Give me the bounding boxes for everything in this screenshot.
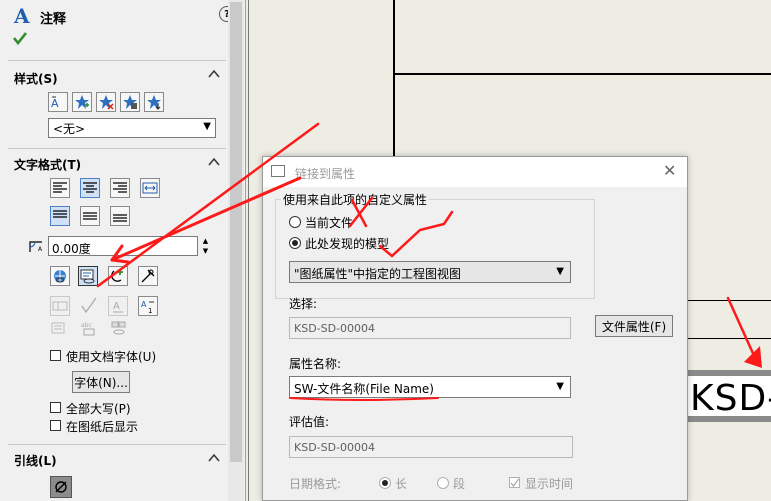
radio-date-long (379, 477, 391, 489)
show-time-label: 显示时间 (525, 477, 574, 491)
style-select[interactable]: <无> ▼ (48, 118, 216, 138)
add-style-star-icon[interactable] (72, 92, 92, 112)
save-style-star-icon[interactable] (120, 92, 140, 112)
svg-text:A: A (141, 300, 147, 309)
use-doc-font-label: 使用文档字体(U) (66, 350, 157, 364)
show-time-checkbox (509, 477, 520, 488)
chevron-down-icon: ▼ (556, 381, 564, 392)
dialog-window-icon (271, 165, 285, 177)
datum-feature-icon: A (108, 296, 128, 316)
drawing-border-line (248, 0, 249, 501)
text-format-section-title: 文字格式(T) (14, 158, 82, 172)
load-style-star-icon[interactable] (144, 92, 164, 112)
ok-check-icon[interactable] (12, 30, 28, 49)
valign-top-icon[interactable] (50, 206, 70, 226)
behind-sheet-checkbox[interactable] (50, 420, 61, 431)
font-button[interactable]: 字体(N)... (72, 371, 130, 393)
apply-default-style-button[interactable]: A (48, 92, 68, 112)
drawing-line (393, 0, 395, 160)
align-center-icon[interactable] (80, 178, 100, 198)
svg-text:A: A (113, 301, 120, 312)
radio-current-file-label: 当前文件 (305, 216, 354, 230)
radio-date-short-label: 段 (453, 477, 466, 491)
justify-icon[interactable] (140, 178, 160, 198)
block-insert-icon (110, 320, 128, 339)
property-name-select[interactable]: SW-文件名称(File Name) ▼ (289, 376, 571, 398)
select-label: 选择: (289, 297, 318, 311)
model-source-select[interactable]: "图纸属性"中指定的工程图视图 ▼ (289, 261, 571, 283)
abc-format-icon: abc (80, 320, 98, 339)
valign-bottom-icon[interactable] (110, 206, 130, 226)
drawing-line (688, 338, 771, 339)
leader-section-title: 引线(L) (14, 454, 57, 468)
all-caps-label: 全部大写(P) (66, 402, 131, 416)
dialog-title: 链接到属性 (295, 167, 356, 181)
dialog-titlebar[interactable]: 链接到属性 ✕ (263, 157, 687, 187)
leader-collapse-chevron-icon[interactable] (208, 452, 220, 466)
lock-insert-icon[interactable] (138, 266, 158, 286)
insert-geometric-tolerance-icon (50, 296, 70, 316)
link-to-property-dialog: 链接到属性 ✕ 使用来自此项的自定义属性 当前文件 此处发现的模型 "图纸属性"… (262, 156, 688, 501)
property-name-label: 属性名称: (289, 357, 342, 371)
property-name-value: SW-文件名称(File Name) (294, 382, 434, 396)
close-icon[interactable]: ✕ (663, 161, 676, 180)
radio-date-short (437, 477, 449, 489)
style-collapse-chevron-icon[interactable] (208, 68, 220, 82)
evaluated-value-field: KSD-SD-00004 (289, 436, 573, 458)
all-caps-checkbox[interactable] (50, 402, 61, 413)
radio-model-found-here[interactable] (289, 237, 301, 249)
align-left-icon[interactable] (50, 178, 70, 198)
annotation-arrowhead (744, 346, 762, 368)
drawing-line (688, 300, 771, 301)
angle-icon: A (28, 238, 44, 257)
hole-callout-icon (50, 320, 68, 339)
radio-current-file[interactable] (289, 216, 301, 228)
text-format-collapse-chevron-icon[interactable] (208, 156, 220, 170)
annotation-arrow (726, 296, 758, 362)
surface-finish-icon (80, 296, 98, 317)
radio-model-found-here-label: 此处发现的模型 (305, 237, 390, 251)
add-symbol-icon[interactable] (108, 266, 128, 286)
no-leader-icon[interactable] (50, 476, 72, 498)
delete-style-star-icon[interactable] (96, 92, 116, 112)
align-right-icon[interactable] (110, 178, 130, 198)
panel-scrollbar[interactable] (228, 0, 244, 501)
behind-sheet-label: 在图纸后显示 (66, 420, 139, 434)
svg-text:abc: abc (81, 322, 92, 329)
drawing-text: KSD- (690, 378, 771, 419)
model-source-select-value: "图纸属性"中指定的工程图视图 (294, 267, 462, 281)
valign-middle-icon[interactable] (80, 206, 100, 226)
panel-title: 注释 (40, 12, 67, 27)
angle-spinner[interactable]: ▲ ▼ (199, 236, 212, 256)
chevron-down-icon: ▼ (203, 121, 211, 132)
divider (8, 60, 226, 61)
svg-text:A: A (38, 246, 43, 253)
svg-text:1: 1 (148, 307, 152, 314)
divider (8, 444, 226, 445)
custom-property-source-label: 使用来自此项的自定义属性 (281, 191, 430, 208)
file-properties-button[interactable]: 文件属性(F) (595, 315, 673, 337)
stack-note-icon[interactable]: A1 (138, 296, 158, 316)
link-to-property-icon[interactable] (78, 266, 98, 286)
property-manager-panel: A 注释 ? 样式(S) A <无> ▼ 文字格式(T) A 0.00度 ▲ ▼… (0, 0, 246, 501)
radio-date-long-label: 长 (395, 477, 408, 491)
insert-hyperlink-icon[interactable] (50, 266, 70, 286)
date-format-label: 日期格式: (289, 477, 342, 491)
svg-text:A: A (51, 97, 59, 110)
divider (8, 148, 226, 149)
style-select-value: <无> (53, 121, 86, 136)
note-icon: A (14, 4, 30, 28)
drawing-line (393, 73, 771, 75)
angle-input[interactable]: 0.00度 (48, 236, 198, 256)
use-doc-font-checkbox[interactable] (50, 350, 61, 361)
drawing-text-box[interactable]: KSD- (688, 370, 771, 422)
scrollbar-thumb[interactable] (230, 2, 242, 462)
evaluated-value-label: 评估值: (289, 415, 330, 429)
style-section-title: 样式(S) (14, 72, 58, 86)
select-field: KSD-SD-00004 (289, 317, 571, 339)
chevron-down-icon: ▼ (556, 266, 564, 277)
